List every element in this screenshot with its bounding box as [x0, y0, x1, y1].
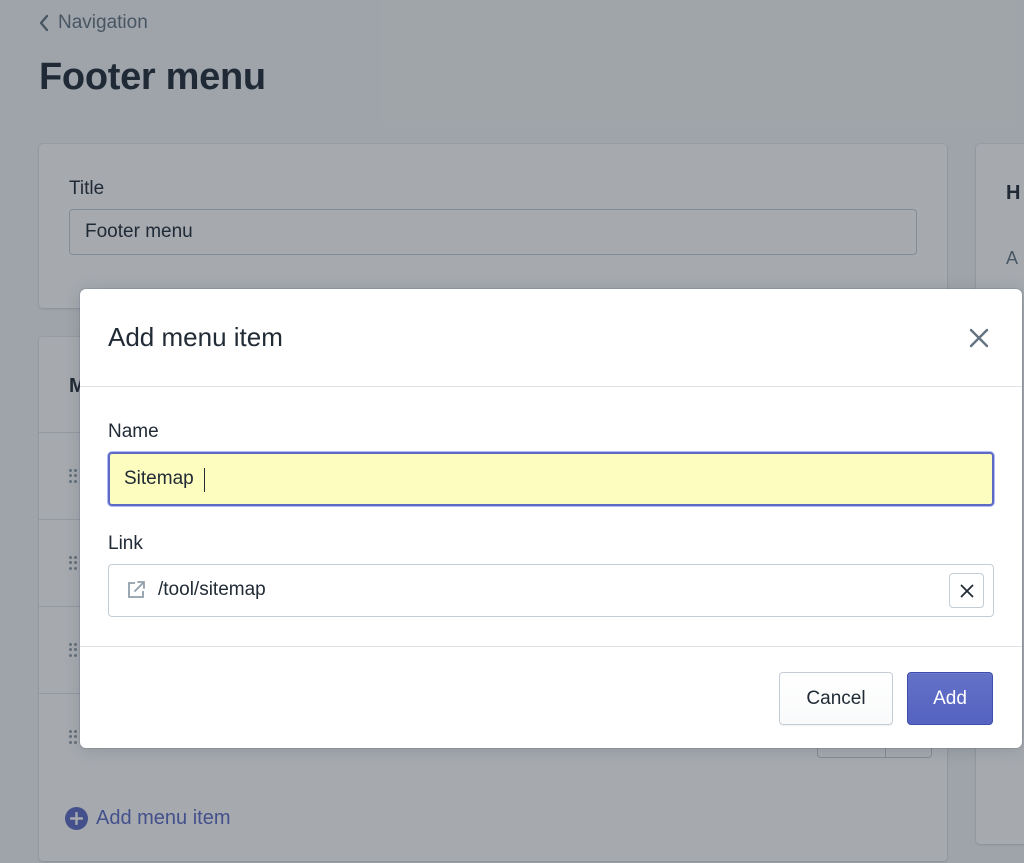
close-button[interactable]: [964, 323, 994, 353]
link-label: Link: [108, 533, 143, 554]
clear-link-button[interactable]: [949, 573, 984, 608]
modal-header: Add menu item: [80, 289, 1022, 387]
cancel-button[interactable]: Cancel: [779, 672, 893, 725]
text-caret: [204, 468, 205, 492]
clear-icon: [960, 584, 973, 597]
link-input[interactable]: /tool/sitemap: [108, 564, 994, 617]
name-label: Name: [108, 421, 159, 442]
close-icon: [969, 328, 989, 348]
add-button[interactable]: Add: [907, 672, 993, 725]
modal-footer: Cancel Add: [80, 646, 1022, 748]
add-menu-item-modal: Add menu item Name Link /tool/sitemap Ca…: [80, 289, 1022, 748]
link-value: /tool/sitemap: [158, 579, 266, 600]
modal-title: Add menu item: [108, 322, 283, 352]
name-input[interactable]: [108, 452, 994, 506]
external-link-icon: [128, 581, 145, 598]
